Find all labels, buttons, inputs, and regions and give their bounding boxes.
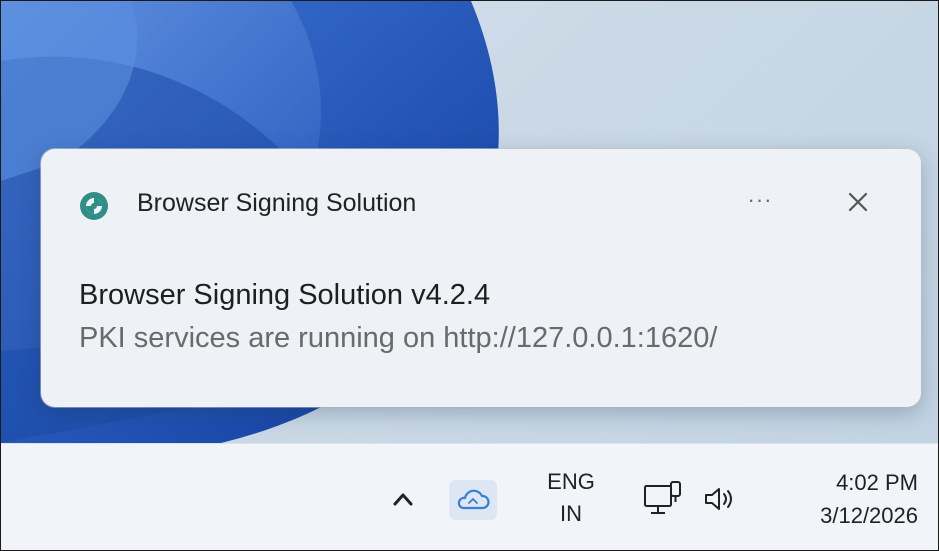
input-language-indicator[interactable]: ENG IN (535, 466, 607, 536)
language-region: IN (560, 501, 582, 526)
clock-date: 3/12/2026 (820, 503, 918, 528)
taskbar: ENG IN 4:02 PM 3/12/2026 (1, 443, 938, 550)
toast-title: Browser Signing Solution v4.2.4 (79, 279, 491, 311)
language-code: ENG (547, 469, 595, 494)
clock-time: 4:02 PM (836, 470, 918, 495)
more-options-button[interactable]: ··· (741, 185, 779, 219)
onedrive-cloud-icon[interactable] (449, 480, 497, 520)
close-icon[interactable] (839, 183, 877, 221)
toast-app-name: Browser Signing Solution (137, 189, 417, 217)
screen-frame: Browser Signing Solution ··· Browser Sig… (0, 0, 939, 551)
toast-body-text: PKI services are running on http://127.0… (79, 322, 718, 354)
toast-notification[interactable]: Browser Signing Solution ··· Browser Sig… (41, 149, 921, 407)
volume-icon[interactable] (701, 482, 743, 516)
taskbar-clock[interactable]: 4:02 PM 3/12/2026 (768, 466, 918, 532)
network-icon[interactable] (641, 478, 687, 520)
browser-signing-app-icon (80, 192, 108, 220)
chevron-up-icon[interactable] (383, 482, 423, 516)
